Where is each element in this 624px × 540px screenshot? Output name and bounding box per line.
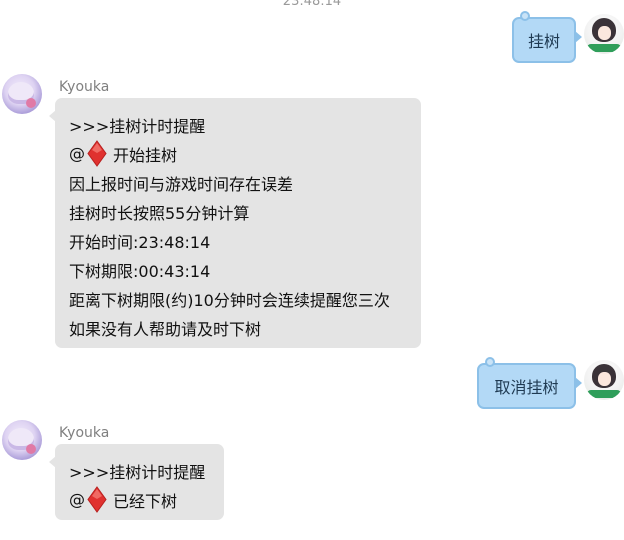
message-line-text: 下树期限:00:43:14 <box>69 261 211 281</box>
message-line-text: 挂树时长按照55分钟计算 <box>69 203 250 223</box>
bubble-pin-icon <box>520 11 530 21</box>
mention-at: @ <box>69 490 85 509</box>
red-diamond-icon <box>87 486 107 513</box>
message-line: 下树期限:00:43:14 <box>69 255 407 284</box>
sender-name: Kyouka <box>59 425 110 441</box>
mention-at: @ <box>69 144 85 163</box>
message-line-text: >>>挂树计时提醒 <box>69 116 206 136</box>
message-line-text: 开始挂树 <box>113 145 178 165</box>
message-line: >>>挂树计时提醒 <box>69 110 407 139</box>
sender-name: Kyouka <box>59 79 110 95</box>
message-line: 开始时间:23:48:14 <box>69 226 407 255</box>
message-line-text: 如果没有人帮助请及时下树 <box>69 319 262 339</box>
mention-line: @ 开始挂树 <box>69 139 407 168</box>
message-line-text: 已经下树 <box>113 491 178 511</box>
incoming-message-bubble[interactable]: >>>挂树计时提醒 @ 已经下树 <box>49 444 224 520</box>
message-line-text: 因上报时间与游戏时间存在误差 <box>69 174 294 194</box>
red-diamond-icon <box>87 140 107 167</box>
kyouka-avatar[interactable] <box>2 420 42 460</box>
message-line: 挂树时长按照55分钟计算 <box>69 197 407 226</box>
message-line: 如果没有人帮助请及时下树 <box>69 313 407 342</box>
message-text: 取消挂树 <box>494 378 559 397</box>
message-line-text: 距离下树期限(约)10分钟时会连续提醒您三次 <box>69 290 390 310</box>
message-line-text: 开始时间:23:48:14 <box>69 232 211 252</box>
message-line-text: >>>挂树计时提醒 <box>69 462 206 482</box>
message-line: 距离下树期限(约)10分钟时会连续提醒您三次 <box>69 284 407 313</box>
outgoing-message-bubble[interactable]: 取消挂树 <box>477 357 582 409</box>
message-line: 因上报时间与游戏时间存在误差 <box>69 168 407 197</box>
message-text: 挂树 <box>527 32 560 51</box>
message-timestamp: 23:48:14 <box>282 0 342 9</box>
message-line: >>>挂树计时提醒 <box>69 456 210 485</box>
bubble-pin-icon <box>485 357 495 367</box>
mention-line: @ 已经下树 <box>69 485 210 514</box>
kyouka-avatar[interactable] <box>2 74 42 114</box>
self-avatar[interactable] <box>584 14 624 54</box>
outgoing-message-bubble[interactable]: 挂树 <box>512 11 582 63</box>
incoming-message-bubble[interactable]: >>>挂树计时提醒 @ 开始挂树 因上报时间与游戏时间存在误差 挂树时长按照55… <box>49 98 421 348</box>
chat-window: 23:48:14 挂树 Kyouka >>>挂树计时提醒 @ 开始挂树 因上报时… <box>0 0 624 540</box>
self-avatar[interactable] <box>584 360 624 400</box>
